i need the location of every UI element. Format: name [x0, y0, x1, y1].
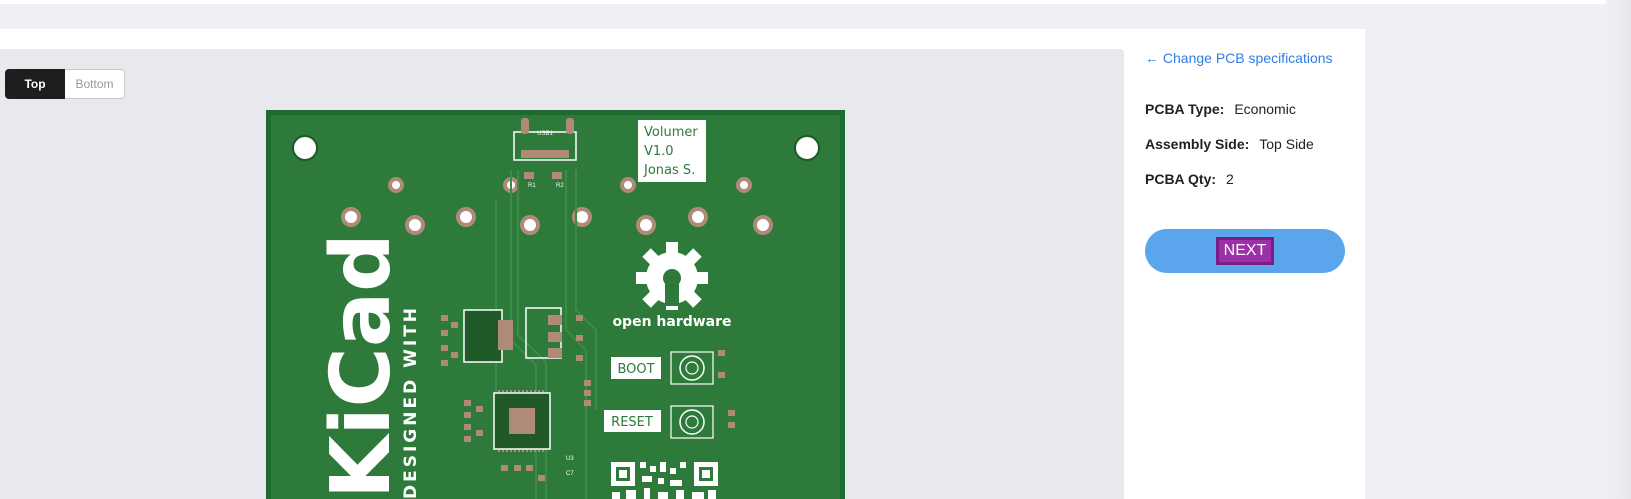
pad — [620, 177, 636, 193]
spec-label: PCBA Qty: — [1145, 171, 1217, 187]
open-hardware-text: open hardware — [612, 314, 731, 330]
pcb-render: USB1 R1 R2 Volumer V1.0 Jonas S. open ha… — [266, 110, 845, 499]
pad — [636, 215, 656, 235]
pad — [405, 215, 425, 235]
pad — [520, 215, 540, 235]
pad — [688, 207, 708, 227]
next-button-label: NEXT — [1215, 237, 1275, 265]
label-line-2: V1.0 — [644, 144, 674, 159]
spec-value: Top Side — [1259, 136, 1314, 152]
boot-label: BOOT — [617, 362, 654, 377]
label-line-3: Jonas S. — [643, 163, 695, 178]
pad — [341, 207, 361, 227]
spec-label: PCBA Type: — [1145, 101, 1225, 117]
pad — [736, 177, 752, 193]
bottom-view-button[interactable]: Bottom — [65, 69, 125, 99]
ic-package — [463, 309, 503, 363]
pad — [388, 177, 404, 193]
spec-label: Assembly Side: — [1145, 136, 1250, 152]
kicad-logo-text: KiCad — [314, 233, 409, 499]
r2-label: R2 — [556, 183, 564, 189]
label-line-1: Volumer — [644, 125, 698, 140]
spec-value: 2 — [1226, 171, 1234, 187]
mounting-hole — [292, 135, 318, 161]
mounting-hole — [794, 135, 820, 161]
u3-label: U3 — [566, 456, 574, 462]
side-toggle: Top Bottom — [5, 69, 125, 99]
top-view-button[interactable]: Top — [5, 69, 65, 99]
c7-label: C7 — [566, 471, 574, 477]
r1-label: R1 — [528, 183, 536, 189]
spec-pcba-qty: PCBA Qty: 2 — [1145, 171, 1234, 187]
pad — [456, 207, 476, 227]
spec-pcba-type: PCBA Type: Economic — [1145, 101, 1296, 117]
spec-assembly-side: Assembly Side: Top Side — [1145, 136, 1314, 152]
designed-with-text: DESIGNED WITH — [401, 305, 421, 499]
top-bar — [0, 0, 1631, 4]
pad — [753, 215, 773, 235]
spec-value: Economic — [1234, 101, 1296, 117]
usb-label: USB1 — [537, 131, 553, 137]
change-pcb-specifications-link[interactable]: ← Change PCB specifications — [1145, 50, 1333, 66]
reset-label: RESET — [611, 415, 653, 430]
next-button[interactable]: NEXT — [1145, 229, 1345, 273]
page-gutter — [1606, 0, 1631, 499]
